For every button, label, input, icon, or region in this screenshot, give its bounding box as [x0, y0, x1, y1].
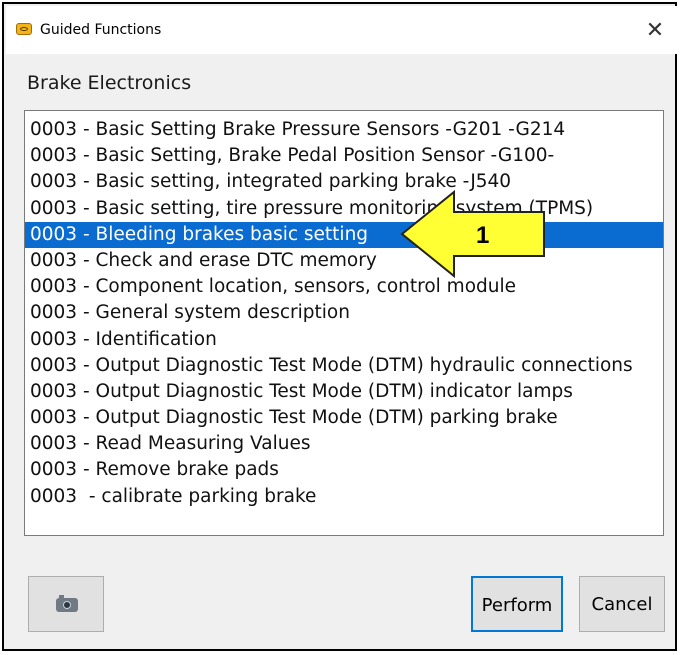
list-item[interactable]: 0003 - Check and erase DTC memory	[25, 248, 663, 274]
list-item[interactable]: 0003 - Identification	[25, 327, 663, 353]
list-item-selected[interactable]: 0003 - Bleeding brakes basic setting	[25, 221, 663, 248]
window-title: Guided Functions	[40, 22, 162, 38]
list-item[interactable]: 0003 - Basic setting, tire pressure moni…	[25, 196, 663, 222]
list-item[interactable]: 0003 - Read Measuring Values	[25, 431, 663, 457]
list-item[interactable]: 0003 - General system description	[25, 300, 663, 326]
list-item[interactable]: 0003 - Remove brake pads	[25, 457, 663, 483]
list-item[interactable]: 0003 - Output Diagnostic Test Mode (DTM)…	[25, 353, 663, 379]
perform-button[interactable]: Perform	[471, 576, 563, 632]
app-logo-icon	[16, 23, 32, 35]
close-button[interactable]: ✕	[637, 14, 673, 46]
function-list[interactable]: 0003 - Basic Setting Brake Pressure Sens…	[24, 110, 664, 536]
callout-number: 1	[476, 222, 490, 249]
list-item[interactable]: 0003 - Component location, sensors, cont…	[25, 274, 663, 300]
list-item[interactable]: 0003 - Output Diagnostic Test Mode (DTM)…	[25, 379, 663, 405]
title-bar: Guided Functions ✕	[6, 6, 677, 54]
section-label: Brake Electronics	[27, 72, 192, 94]
list-item[interactable]: 0003 - Basic setting, integrated parking…	[25, 169, 663, 195]
callout-arrow-shape	[400, 189, 545, 279]
cancel-button[interactable]: Cancel	[579, 576, 665, 632]
list-item[interactable]: 0003 - Basic Setting Brake Pressure Sens…	[25, 117, 663, 143]
list-item[interactable]: 0003 - calibrate parking brake	[25, 484, 663, 510]
list-item[interactable]: 0003 - Output Diagnostic Test Mode (DTM)…	[25, 405, 663, 431]
camera-icon	[56, 595, 78, 612]
screenshot-button[interactable]	[28, 576, 104, 632]
list-item[interactable]: 0003 - Basic Setting, Brake Pedal Positi…	[25, 143, 663, 169]
